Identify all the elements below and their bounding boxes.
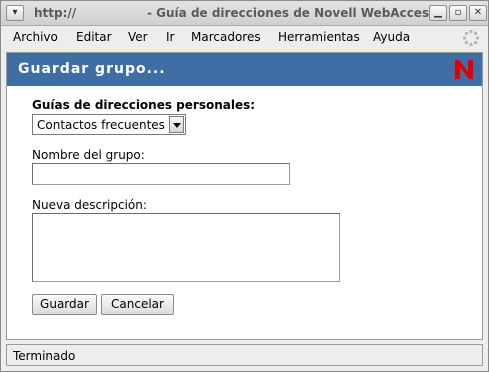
menu-editar[interactable]: Editar: [76, 30, 112, 44]
page-content: Guardar grupo... Guías de direcciones pe…: [6, 52, 483, 340]
close-icon[interactable]: ✕: [469, 5, 487, 21]
window-url: http://: [34, 6, 77, 20]
description-label: Nueva descripción:: [32, 198, 147, 212]
status-text: Terminado: [13, 349, 76, 363]
window-menu-icon[interactable]: ▾: [6, 5, 24, 21]
addressbook-label: Guías de direcciones personales:: [32, 98, 256, 112]
description-textarea[interactable]: [32, 213, 340, 282]
save-button[interactable]: Guardar: [32, 294, 97, 315]
status-bar: Terminado: [6, 344, 483, 366]
addressbook-select[interactable]: Contactos frecuentes: [32, 114, 186, 135]
group-name-input[interactable]: [32, 163, 290, 185]
group-name-label: Nombre del grupo:: [32, 148, 145, 162]
addressbook-selected-value: Contactos frecuentes: [37, 118, 165, 132]
cancel-button[interactable]: Cancelar: [101, 294, 174, 315]
novell-logo: [455, 60, 473, 79]
menu-herramientas[interactable]: Herramientas: [278, 30, 360, 44]
menu-ir[interactable]: Ir: [166, 30, 174, 44]
window-title: - Guía de direcciones de Novell WebAcces…: [147, 6, 437, 20]
menu-archivo[interactable]: Archivo: [13, 30, 58, 44]
chevron-down-icon[interactable]: [169, 116, 184, 133]
page-title: Guardar grupo...: [18, 61, 166, 77]
menu-ver[interactable]: Ver: [128, 30, 148, 44]
browser-window: ▾ http:// - Guía de direcciones de Novel…: [0, 0, 489, 372]
page-header: Guardar grupo...: [7, 53, 482, 86]
maximize-icon[interactable]: ▫: [449, 5, 467, 21]
menu-ayuda[interactable]: Ayuda: [373, 30, 410, 44]
menu-marcadores[interactable]: Marcadores: [191, 30, 261, 44]
menu-bar: Archivo Editar Ver Ir Marcadores Herrami…: [1, 26, 488, 50]
title-bar: ▾ http:// - Guía de direcciones de Novel…: [1, 1, 488, 26]
minimize-icon[interactable]: ▁: [429, 5, 447, 21]
loading-throbber-icon: [462, 29, 480, 47]
